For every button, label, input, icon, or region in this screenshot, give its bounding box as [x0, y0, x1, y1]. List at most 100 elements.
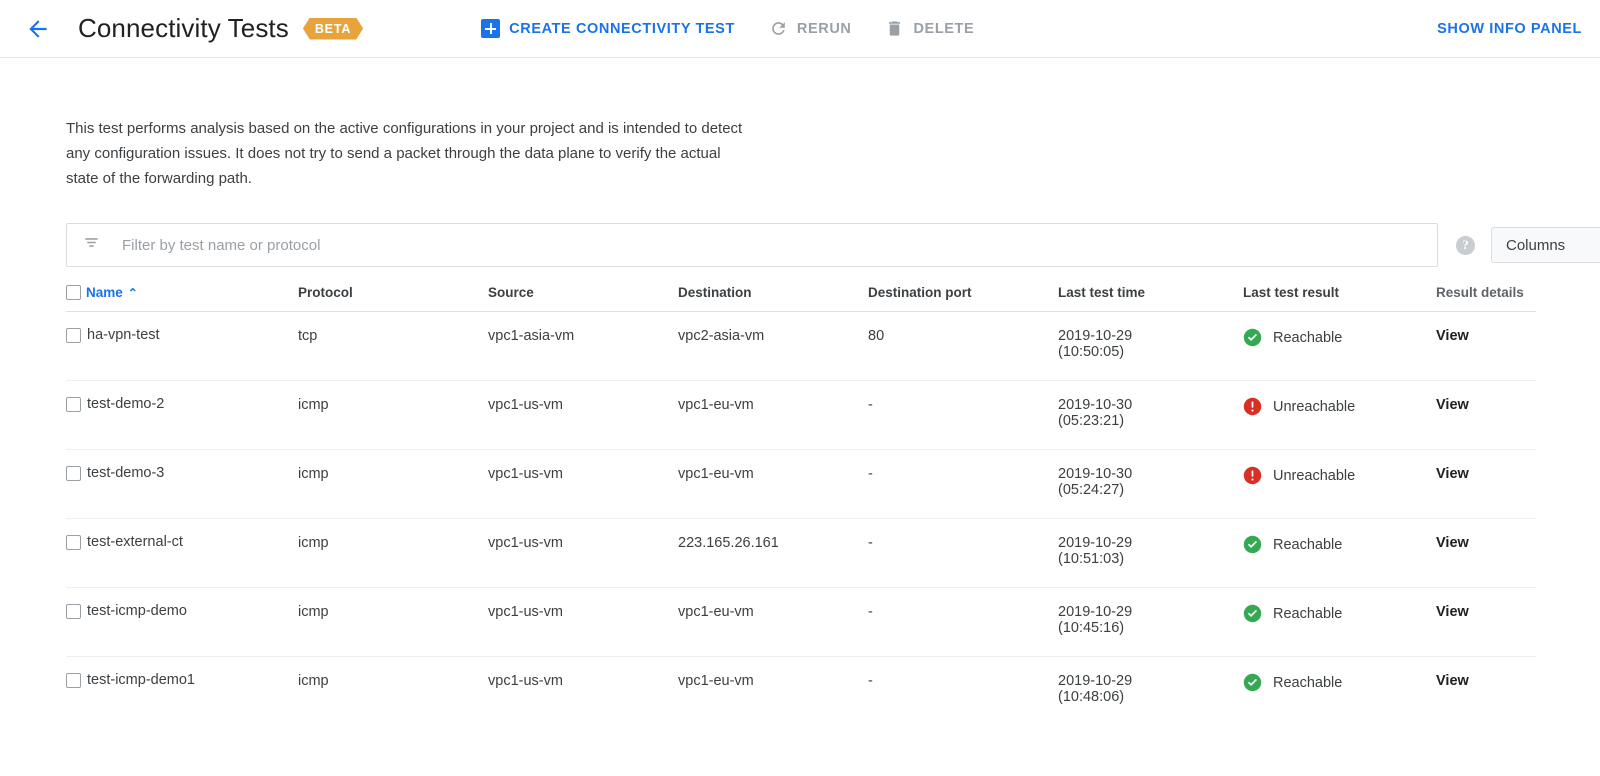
view-link[interactable]: View — [1436, 466, 1469, 482]
cell-destination: vpc1-eu-vm — [678, 673, 754, 689]
cell-name: test-demo-2 — [66, 380, 298, 450]
select-all-checkbox[interactable] — [66, 285, 81, 300]
cell-destination-port: - — [868, 587, 1058, 657]
column-header-last-test-time[interactable]: Last test time — [1058, 285, 1243, 312]
help-icon[interactable]: ? — [1456, 235, 1475, 255]
cell-source: vpc1-us-vm — [488, 518, 678, 588]
delete-label: DELETE — [913, 20, 975, 37]
cell-name: test-external-ct — [66, 518, 298, 588]
result-label: Reachable — [1273, 605, 1343, 622]
create-connectivity-test-button[interactable]: CREATE CONNECTIVITY TEST — [479, 15, 737, 42]
test-name: test-demo-3 — [87, 465, 165, 481]
check-circle-icon — [1243, 535, 1262, 554]
test-time: (10:45:16) — [1058, 620, 1125, 636]
test-time: (05:24:27) — [1058, 482, 1125, 498]
error-circle-icon — [1243, 466, 1262, 485]
test-date: 2019-10-29 — [1058, 673, 1133, 689]
cell-protocol: icmp — [298, 587, 488, 657]
table-row[interactable]: test-demo-2 icmp vpc1-us-vm vpc1-eu-vm -… — [66, 380, 1536, 450]
cell-result-details: View — [1436, 311, 1536, 381]
cell-name: test-icmp-demo — [66, 587, 298, 657]
column-header-source[interactable]: Source — [488, 285, 678, 312]
rerun-button[interactable]: RERUN — [767, 15, 854, 42]
column-header-result-details: Result details — [1436, 285, 1536, 312]
connectivity-tests-table: Name ⌃ Protocol Source Destination Desti… — [66, 285, 1536, 726]
cell-last-test-result: Unreachable — [1243, 380, 1436, 450]
delete-button[interactable]: DELETE — [883, 15, 976, 42]
cell-protocol: icmp — [298, 449, 488, 519]
columns-button[interactable]: Columns — [1491, 227, 1600, 263]
cell-destination: 223.165.26.161 — [678, 518, 868, 588]
cell-result-details: View — [1436, 587, 1536, 657]
cell-protocol: icmp — [298, 380, 488, 450]
view-link[interactable]: View — [1436, 397, 1469, 413]
refresh-icon — [772, 22, 785, 35]
cell-last-test-time: 2019-10-29 (10:45:16) — [1058, 587, 1243, 657]
row-checkbox[interactable] — [66, 604, 81, 619]
cell-source: vpc1-us-vm — [488, 380, 678, 450]
cell-last-test-time: 2019-10-29 (10:50:05) — [1058, 311, 1243, 381]
row-checkbox[interactable] — [66, 673, 81, 688]
cell-source: vpc1-us-vm — [488, 449, 678, 519]
cell-destination-port: - — [868, 673, 873, 689]
cell-last-test-time: 2019-10-30 (05:24:27) — [1058, 449, 1243, 519]
table-body: ha-vpn-test tcp vpc1-asia-vm vpc2-asia-v… — [66, 311, 1536, 726]
test-name: test-icmp-demo1 — [87, 672, 195, 688]
filter-input[interactable] — [120, 235, 1423, 255]
cell-result-details: View — [1436, 518, 1536, 588]
app-bar: Connectivity Tests BETA CREATE CONNECTIV… — [0, 0, 1600, 58]
table-row[interactable]: test-demo-3 icmp vpc1-us-vm vpc1-eu-vm -… — [66, 449, 1536, 519]
row-checkbox[interactable] — [66, 466, 81, 481]
action-toolbar: CREATE CONNECTIVITY TEST RERUN DELETE — [479, 15, 976, 42]
back-arrow-icon[interactable] — [18, 9, 58, 49]
cell-last-test-time: 2019-10-29 (10:51:03) — [1058, 518, 1243, 588]
column-header-name[interactable]: Name ⌃ — [66, 285, 298, 312]
test-time: (05:23:21) — [1058, 413, 1125, 429]
column-header-last-test-result[interactable]: Last test result — [1243, 285, 1436, 312]
view-link[interactable]: View — [1436, 535, 1469, 551]
test-name: ha-vpn-test — [87, 327, 160, 343]
column-header-destination-port[interactable]: Destination port — [868, 285, 1058, 312]
table-row[interactable]: test-external-ct icmp vpc1-us-vm 223.165… — [66, 518, 1536, 588]
cell-last-test-result: Reachable — [1243, 518, 1436, 588]
view-link[interactable]: View — [1436, 328, 1469, 344]
column-header-protocol[interactable]: Protocol — [298, 285, 488, 312]
table-header: Name ⌃ Protocol Source Destination Desti… — [66, 285, 1536, 312]
cell-last-test-result: Reachable — [1243, 311, 1436, 381]
row-checkbox[interactable] — [66, 397, 81, 412]
cell-source: vpc1-asia-vm — [488, 311, 678, 381]
page-content: This test performs analysis based on the… — [0, 116, 1600, 726]
test-time: (10:50:05) — [1058, 344, 1125, 360]
column-header-destination[interactable]: Destination — [678, 285, 868, 312]
cell-destination-port: - — [868, 380, 1058, 450]
result-label: Reachable — [1273, 329, 1343, 346]
cell-destination-port: - — [868, 518, 1058, 588]
sort-ascending-icon: ⌃ — [127, 285, 138, 300]
test-date: 2019-10-30 — [1058, 466, 1133, 482]
filter-box[interactable] — [66, 223, 1438, 267]
check-circle-icon — [1243, 673, 1262, 692]
rerun-label: RERUN — [796, 20, 852, 37]
cell-name: test-icmp-demo1 — [66, 657, 298, 726]
cell-source: vpc1-us-vm — [488, 673, 563, 689]
test-name: test-external-ct — [87, 534, 183, 550]
cell-source: vpc1-us-vm — [488, 587, 678, 657]
row-checkbox[interactable] — [66, 535, 81, 550]
show-info-panel-button[interactable]: SHOW INFO PANEL — [1437, 21, 1582, 37]
row-checkbox[interactable] — [66, 328, 81, 343]
test-name: test-icmp-demo — [87, 603, 187, 619]
view-link[interactable]: View — [1436, 673, 1469, 689]
result-label: Reachable — [1273, 536, 1343, 553]
cell-destination: vpc2-asia-vm — [678, 311, 868, 381]
table-row[interactable]: test-icmp-demo1 icmp vpc1-us-vm vpc1-eu-… — [66, 657, 1536, 726]
table-row[interactable]: ha-vpn-test tcp vpc1-asia-vm vpc2-asia-v… — [66, 311, 1536, 381]
column-header-name-label: Name — [86, 285, 123, 300]
view-link[interactable]: View — [1436, 604, 1469, 620]
table-row[interactable]: test-icmp-demo icmp vpc1-us-vm vpc1-eu-v… — [66, 587, 1536, 657]
page-description: This test performs analysis based on the… — [66, 120, 743, 187]
test-time: (10:48:06) — [1058, 689, 1125, 705]
cell-result-details: View — [1436, 380, 1536, 450]
cell-destination: vpc1-eu-vm — [678, 587, 868, 657]
cell-last-test-result: Unreachable — [1243, 449, 1436, 519]
cell-name: ha-vpn-test — [66, 311, 298, 381]
